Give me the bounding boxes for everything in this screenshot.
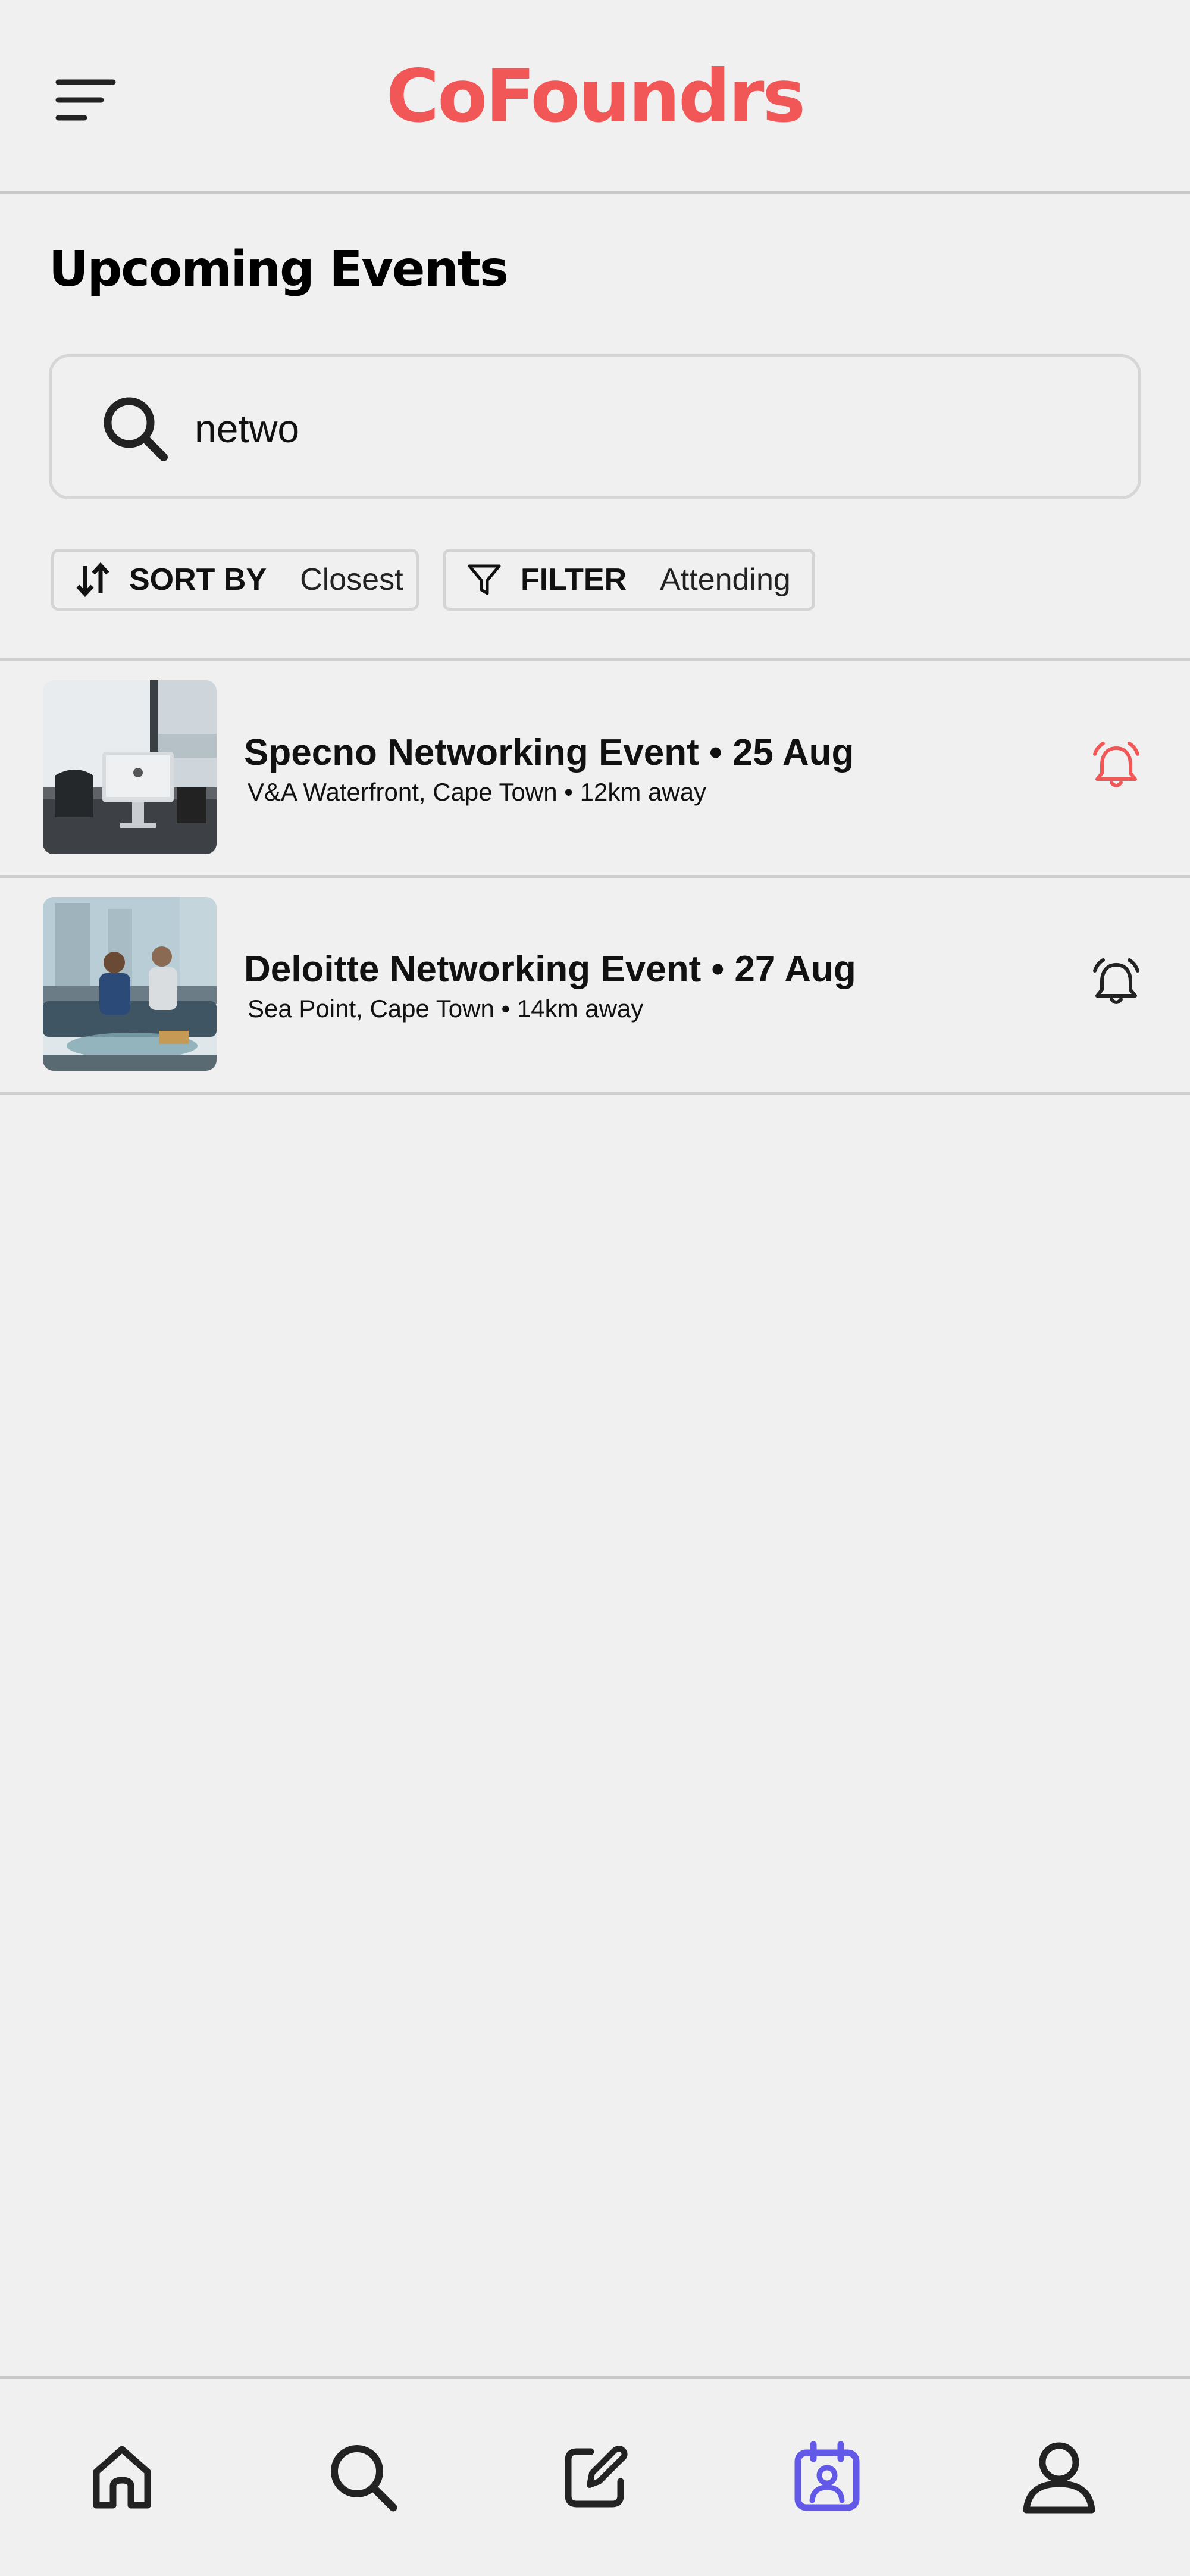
search-icon bbox=[104, 397, 168, 461]
nav-search[interactable] bbox=[324, 2439, 402, 2516]
reminder-bell-icon[interactable] bbox=[1089, 955, 1144, 1010]
nav-create[interactable] bbox=[556, 2439, 634, 2516]
filter-button[interactable]: FILTER Attending bbox=[443, 549, 815, 611]
event-title: Specno Networking Event • 25 Aug bbox=[244, 732, 854, 773]
brand-logo: CoFoundrs bbox=[386, 54, 806, 139]
event-thumbnail bbox=[43, 897, 217, 1071]
app-header: CoFoundrs bbox=[0, 0, 1190, 194]
search-input[interactable] bbox=[195, 387, 1087, 470]
sort-by-label: SORT BY bbox=[129, 562, 267, 597]
edit-icon bbox=[565, 2446, 628, 2508]
bottom-navigation bbox=[0, 2376, 1190, 2576]
search-bar[interactable] bbox=[49, 354, 1141, 499]
event-location: Sea Point, Cape Town • 14km away bbox=[248, 995, 644, 1023]
event-location: V&A Waterfront, Cape Town • 12km away bbox=[248, 778, 707, 806]
nav-home[interactable] bbox=[83, 2439, 161, 2516]
filter-funnel-icon bbox=[468, 564, 501, 595]
event-title: Deloitte Networking Event • 27 Aug bbox=[244, 949, 856, 990]
page-title: Upcoming Events bbox=[49, 241, 509, 298]
sort-arrows-icon bbox=[76, 562, 109, 598]
sort-by-button[interactable]: SORT BY Closest bbox=[51, 549, 419, 611]
search-icon bbox=[331, 2445, 397, 2512]
events-calendar-icon bbox=[794, 2441, 860, 2511]
nav-profile[interactable] bbox=[1020, 2439, 1098, 2516]
nav-events[interactable] bbox=[788, 2439, 866, 2516]
reminder-bell-icon[interactable] bbox=[1089, 739, 1144, 793]
home-icon bbox=[93, 2446, 151, 2509]
event-list-item[interactable]: Deloitte Networking Event • 27 Aug Sea P… bbox=[0, 878, 1190, 1095]
sort-by-value: Closest bbox=[300, 562, 403, 597]
event-list-item[interactable]: Specno Networking Event • 25 Aug V&A Wat… bbox=[0, 661, 1190, 878]
event-thumbnail bbox=[43, 680, 217, 854]
filter-value: Attending bbox=[660, 562, 791, 597]
filter-label: FILTER bbox=[521, 562, 627, 597]
profile-icon bbox=[1023, 2442, 1095, 2514]
